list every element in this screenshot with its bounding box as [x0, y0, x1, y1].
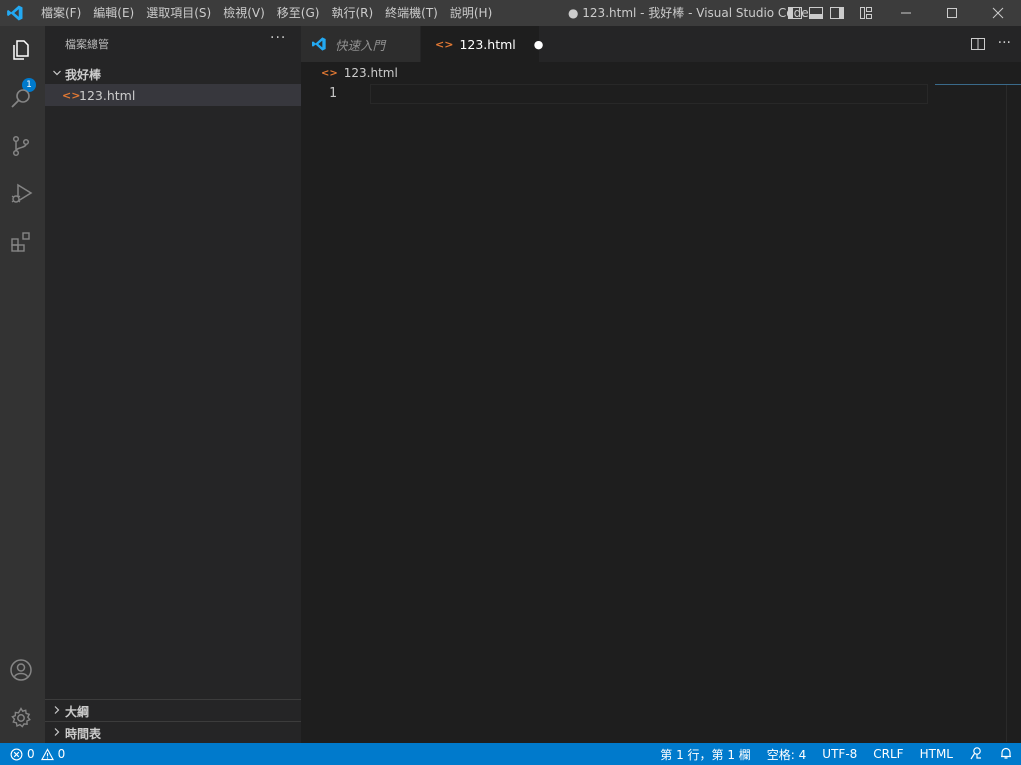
menu-go[interactable]: 移至(G) [271, 0, 326, 26]
tab-welcome[interactable]: 快速入門 [301, 26, 420, 62]
warning-icon [40, 747, 54, 760]
run-debug-icon [11, 183, 33, 203]
tab-label: 快速入門 [335, 37, 386, 53]
feedback-button[interactable] [961, 746, 991, 763]
run-debug-button[interactable] [7, 180, 35, 208]
minimize-icon [901, 12, 911, 14]
folder-name: 我好棒 [65, 67, 102, 82]
split-editor-icon[interactable] [970, 36, 986, 52]
cursor-position[interactable]: 第 1 行，第 1 欄 [652, 746, 759, 763]
vscode-logo-icon [312, 37, 326, 51]
tab-label: 123.html [459, 36, 516, 52]
gear-icon [11, 707, 31, 728]
explorer-sidebar: 檔案總管 ··· 我好棒 <> 123.html 大綱 時間表 [45, 26, 301, 743]
status-right: 第 1 行，第 1 欄 空格: 4 UTF-8 CRLF HTML [652, 743, 1021, 765]
vscode-logo-icon [7, 5, 23, 21]
extensions-button[interactable] [7, 228, 35, 256]
more-actions-button[interactable]: ··· [998, 36, 1011, 52]
sidebar-title: 檔案總管 [65, 38, 109, 51]
files-icon [13, 40, 29, 60]
minimap-slider[interactable] [935, 84, 1021, 85]
source-control-button[interactable] [7, 132, 35, 160]
current-line-highlight [370, 84, 928, 104]
html-file-icon: <> [435, 37, 454, 51]
outline-label: 大綱 [65, 704, 90, 719]
minimize-button[interactable] [883, 0, 929, 26]
chevron-right-icon [49, 726, 65, 740]
maximize-button[interactable] [929, 0, 975, 26]
breadcrumb: <> 123.html [301, 62, 1021, 84]
close-button[interactable] [975, 0, 1021, 26]
maximize-icon [947, 8, 957, 18]
editor-tabs: 快速入門 <> 123.html ● ··· [301, 26, 1021, 62]
chevron-down-icon [49, 67, 65, 81]
encoding[interactable]: UTF-8 [814, 747, 865, 761]
editor-actions: ··· [970, 36, 1011, 52]
menu-terminal[interactable]: 終端機(T) [379, 0, 444, 26]
language-mode[interactable]: HTML [912, 747, 961, 761]
search-icon [11, 89, 30, 108]
search-button[interactable] [7, 84, 35, 112]
warning-count: 0 [57, 747, 66, 761]
error-count: 0 [27, 747, 35, 761]
toggle-panel-icon[interactable] [808, 5, 824, 21]
menu-file[interactable]: 檔案(F) [35, 0, 87, 26]
menu-view[interactable]: 檢視(V) [217, 0, 271, 26]
toggle-primary-sidebar-icon[interactable] [787, 5, 803, 21]
end-of-line[interactable]: CRLF [865, 747, 911, 761]
html-file-icon: <> [321, 67, 338, 79]
menu-selection[interactable]: 選取項目(S) [140, 0, 217, 26]
file-item-123-html[interactable]: <> 123.html [45, 84, 301, 106]
accounts-button[interactable] [7, 656, 35, 684]
workspace-folder[interactable]: 我好棒 [45, 63, 301, 85]
unsaved-dot-icon[interactable]: ● [534, 38, 544, 51]
close-icon [992, 7, 1004, 19]
extensions-icon [11, 232, 30, 252]
status-bar: 0 0 第 1 行，第 1 欄 空格: 4 UTF-8 CRLF HTML [0, 743, 1021, 765]
tab-123-html[interactable]: <> 123.html ● [421, 26, 543, 62]
outline-section[interactable]: 大綱 [45, 699, 301, 722]
feedback-icon [970, 746, 981, 759]
vertical-scrollbar[interactable] [1006, 85, 1007, 742]
html-file-icon: <> [62, 88, 81, 102]
window-title: ● 123.html - 我好棒 - Visual Studio Code [568, 6, 809, 20]
more-actions-button[interactable]: ··· [270, 30, 286, 46]
problems-indicator[interactable]: 0 0 [10, 743, 65, 765]
line-number: 1 [329, 86, 337, 101]
source-control-icon [12, 135, 30, 157]
title-bar: 檔案(F) 編輯(E) 選取項目(S) 檢視(V) 移至(G) 執行(R) 終端… [0, 0, 1021, 26]
timeline-section[interactable]: 時間表 [45, 721, 301, 744]
activity-bar: 1 [0, 26, 45, 743]
bell-icon [1001, 747, 1011, 759]
timeline-label: 時間表 [65, 726, 102, 741]
error-icon [10, 748, 23, 760]
menu-help[interactable]: 說明(H) [444, 0, 498, 26]
settings-button[interactable] [7, 704, 35, 732]
layout-controls [787, 5, 874, 21]
file-name: 123.html [79, 87, 136, 103]
toggle-secondary-sidebar-icon[interactable] [829, 5, 845, 21]
breadcrumb-file[interactable]: 123.html [344, 66, 398, 80]
notifications-button[interactable] [991, 746, 1021, 763]
account-icon [10, 659, 32, 681]
menu-bar: 檔案(F) 編輯(E) 選取項目(S) 檢視(V) 移至(G) 執行(R) 終端… [35, 0, 498, 26]
code-editor[interactable]: 1 [301, 84, 1021, 743]
customize-layout-icon[interactable] [858, 5, 874, 21]
indentation[interactable]: 空格: 4 [759, 746, 815, 763]
explorer-button[interactable] [7, 36, 35, 64]
menu-run[interactable]: 執行(R) [325, 0, 379, 26]
chevron-right-icon [49, 704, 65, 718]
menu-edit[interactable]: 編輯(E) [87, 0, 140, 26]
